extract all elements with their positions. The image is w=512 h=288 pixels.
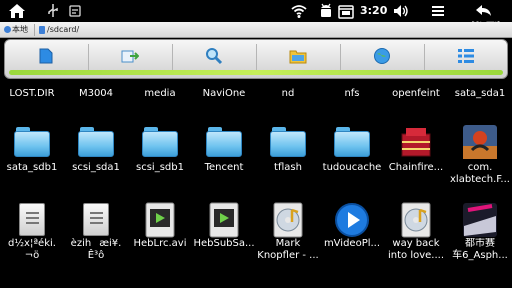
- file-label: scsi_sda1: [72, 162, 120, 173]
- web-icon: [374, 48, 390, 64]
- folder-icon: [14, 124, 50, 160]
- path-bar: 本地 /sdcard/: [0, 22, 512, 38]
- search-icon: [206, 48, 223, 65]
- file-label: com. xlabtech.F...: [450, 162, 510, 185]
- transfer-icon: [121, 50, 139, 63]
- file-label: way back into love....: [387, 238, 444, 261]
- file-label: 都市赛 车6_Asph...: [452, 238, 508, 261]
- path-current[interactable]: /sdcard/: [38, 23, 79, 37]
- calendar-icon: [338, 5, 354, 19]
- archive-file-icon: [398, 124, 434, 160]
- android-icon: [321, 3, 331, 17]
- file-label: Chainfire...: [388, 162, 444, 173]
- new-folder-button[interactable]: [5, 43, 87, 69]
- file-label: nd: [281, 88, 295, 99]
- text-file-icon: [14, 202, 50, 238]
- wifi-icon: [291, 5, 307, 18]
- file-label: media: [144, 88, 176, 99]
- folder-icon: [270, 124, 306, 160]
- file-label: sata_sda1: [454, 88, 506, 99]
- game-file-icon: [462, 202, 498, 238]
- volume-icon[interactable]: [392, 3, 410, 19]
- folder-icon: [206, 124, 242, 160]
- file-label: Mark Knopfler - ...: [257, 238, 319, 261]
- file-label: openfeint: [392, 88, 440, 99]
- file-label: scsi_sdb1: [136, 162, 184, 173]
- file-grid: LOST.DIR M3004 media NaviOne nd nfs openfeint s…: [0, 80, 512, 288]
- toolbar-highlight: [9, 70, 503, 75]
- player-file-icon: [334, 202, 370, 238]
- file-label: mVideoPl...: [323, 238, 381, 249]
- file-label: d½x¦ªéki. ¬ö: [8, 238, 56, 261]
- file-label: LOST.DIR: [9, 88, 55, 99]
- file-label: Tencent: [204, 162, 244, 173]
- folder-icon: [78, 124, 114, 160]
- new-folder-icon: [39, 48, 53, 64]
- path-divider: [34, 24, 35, 36]
- notification-icon: [69, 5, 81, 17]
- folder-icon: [334, 124, 370, 160]
- folder-icon: [289, 50, 307, 64]
- status-bar: 3:20: [0, 0, 512, 22]
- menu-icon[interactable]: [430, 3, 446, 19]
- web-button[interactable]: [341, 43, 423, 69]
- app-file-icon: [462, 124, 498, 160]
- music-file-icon: [270, 202, 306, 238]
- usb-icon: [48, 4, 58, 17]
- list-view-button[interactable]: [425, 43, 507, 69]
- file-label: tflash: [274, 162, 302, 173]
- video-file-icon: [142, 202, 178, 238]
- text-file-icon: [78, 202, 114, 238]
- file-label: NaviOne: [202, 88, 246, 99]
- folder-icon: [142, 124, 178, 160]
- file-label: HebLrc.avi: [133, 238, 187, 249]
- transfer-button[interactable]: [89, 43, 171, 69]
- folder-button[interactable]: [257, 43, 339, 69]
- file-label: tudoucache: [322, 162, 382, 173]
- toolbar: [4, 39, 508, 79]
- file-label: èzihæi¥. Ê³ô: [70, 238, 122, 261]
- home-icon[interactable]: [8, 3, 26, 19]
- path-home-button[interactable]: 本地: [2, 23, 34, 37]
- video-file-icon: [206, 202, 242, 238]
- music-file-icon: [398, 202, 434, 238]
- clock: 3:20: [360, 4, 388, 17]
- list-view-icon: [458, 49, 474, 63]
- file-label: HebSubSa...: [193, 238, 255, 249]
- file-label: M3004: [78, 88, 114, 99]
- search-button[interactable]: [173, 43, 255, 69]
- file-label: sata_sdb1: [6, 162, 58, 173]
- file-label: nfs: [344, 88, 360, 99]
